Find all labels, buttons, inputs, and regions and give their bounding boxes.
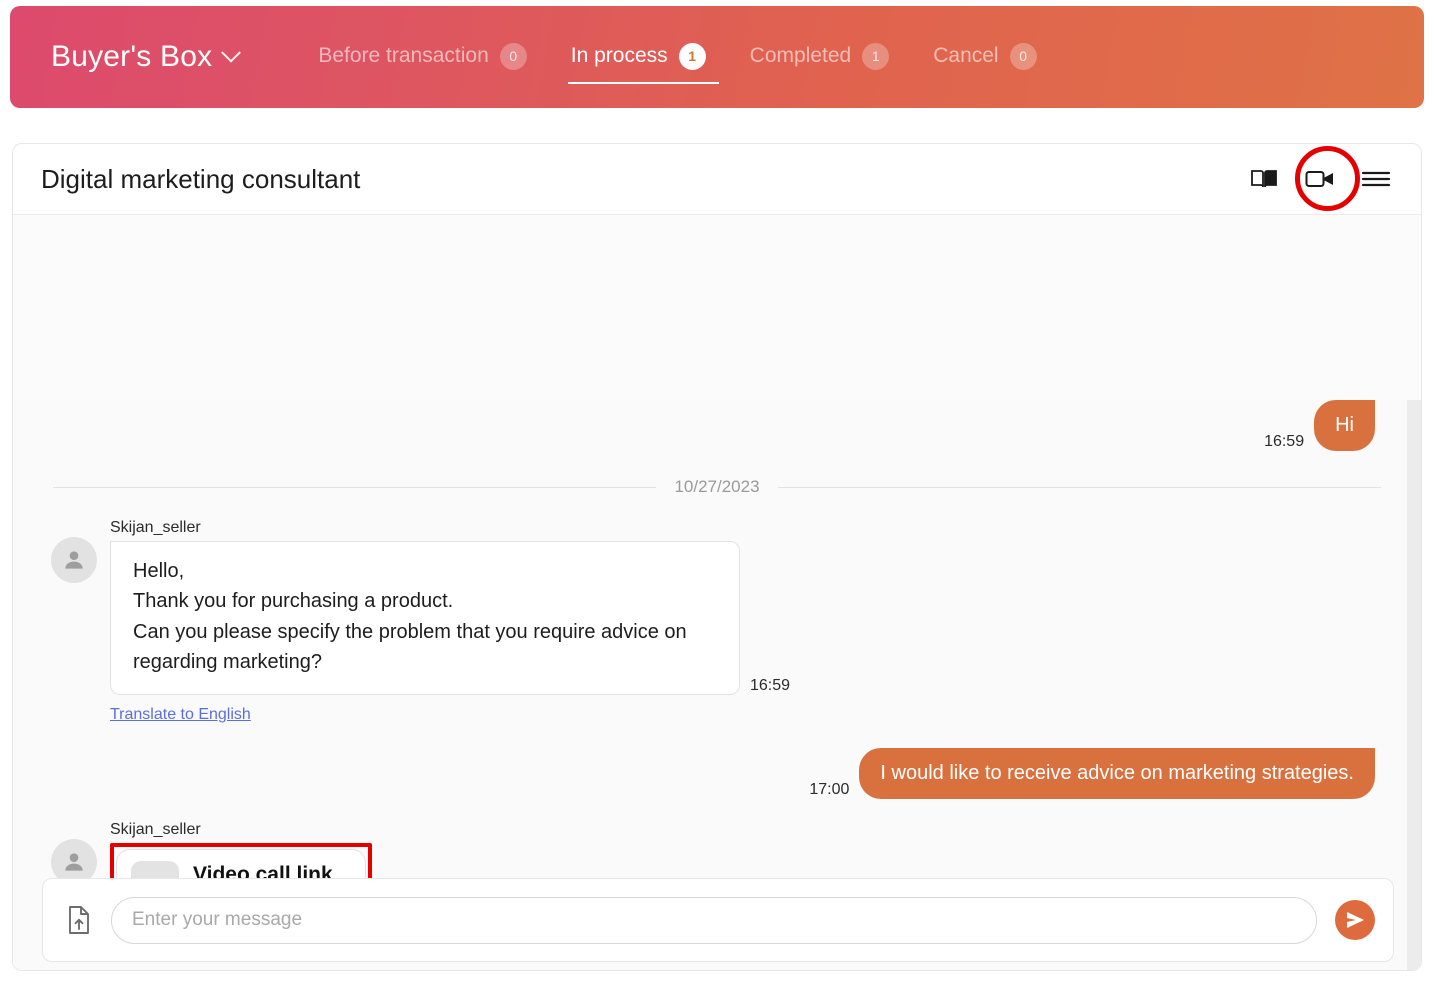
tab-label: Completed [749, 44, 852, 67]
message-composer [42, 878, 1394, 962]
date-divider: 10/27/2023 [53, 477, 1381, 497]
avatar [51, 537, 97, 583]
tab-count-badge: 1 [862, 42, 890, 70]
message-time: 16:59 [750, 676, 791, 694]
divider-line-right [777, 486, 1381, 488]
brand-dropdown[interactable]: Buyer's Box [51, 40, 242, 74]
tab-label: In process [570, 44, 668, 67]
send-button[interactable] [1335, 900, 1375, 940]
tab-completed[interactable]: Completed 1 [728, 39, 912, 76]
message-row-incoming: Skijan_seller Hello, Thank you for purch… [51, 519, 1399, 724]
sender-name: Skijan_seller [110, 820, 201, 838]
brand-label: Buyer's Box [51, 40, 213, 73]
tab-count-badge: 1 [678, 42, 706, 70]
header-actions [1249, 146, 1391, 211]
status-tabs: Before transaction 0 In process 1 Comple… [296, 39, 1058, 84]
tab-cancel[interactable]: Cancel 0 [911, 39, 1058, 76]
message-bubble-incoming: Hello, Thank you for purchasing a produc… [110, 541, 740, 695]
message-bubble-outgoing: Hi [1314, 400, 1375, 451]
tab-in-process[interactable]: In process 1 [549, 39, 728, 84]
conversation-card: Digital marketing consultant 16:59 Hi 10… [12, 143, 1422, 971]
app-header: Buyer's Box Before transaction 0 In proc… [10, 6, 1424, 108]
book-icon[interactable] [1249, 164, 1279, 194]
sender-name: Skijan_seller [110, 519, 201, 536]
video-camera-icon[interactable] [1305, 164, 1335, 194]
message-row-outgoing: 17:00 I would like to receive advice on … [35, 747, 1399, 799]
divider-date: 10/27/2023 [674, 477, 760, 496]
page-title: Digital marketing consultant [41, 163, 361, 194]
message-input[interactable] [111, 896, 1317, 944]
tab-label: Before transaction [318, 44, 489, 67]
message-time: 16:59 [1264, 433, 1305, 450]
divider-line-left [53, 486, 657, 488]
message-bubble-outgoing: I would like to receive advice on market… [859, 747, 1375, 799]
chevron-down-icon [221, 42, 242, 63]
tab-before-transaction[interactable]: Before transaction 0 [296, 39, 548, 76]
tab-label: Cancel [933, 44, 999, 67]
tab-count-badge: 0 [1009, 42, 1037, 70]
file-upload-icon[interactable] [65, 904, 93, 936]
tab-count-badge: 0 [499, 42, 527, 70]
translate-link[interactable]: Translate to English [110, 706, 251, 724]
chat-scrollbar[interactable] [1407, 400, 1421, 970]
hamburger-menu-icon[interactable] [1361, 164, 1391, 194]
conversation-header: Digital marketing consultant [13, 144, 1421, 215]
message-row-outgoing: 16:59 Hi [35, 400, 1399, 451]
message-time: 17:00 [809, 780, 850, 798]
